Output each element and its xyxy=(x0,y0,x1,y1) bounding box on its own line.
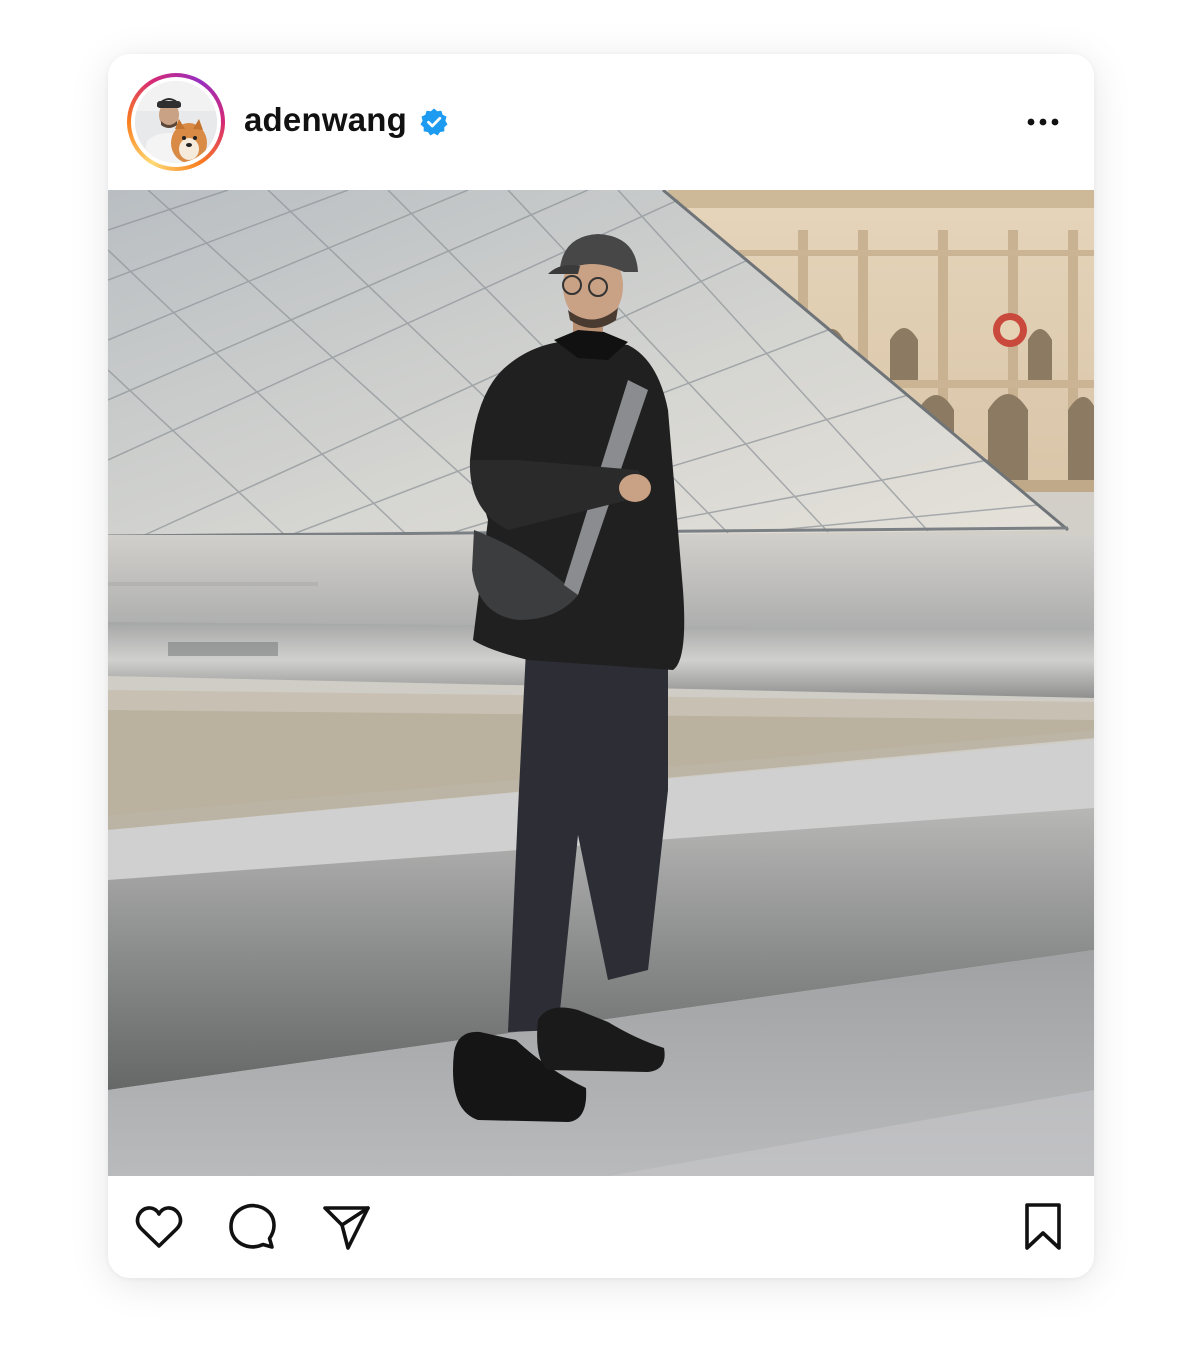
post-actions-bar xyxy=(108,1176,1094,1278)
avatar-image xyxy=(135,81,217,163)
more-options-icon[interactable] xyxy=(1014,104,1072,140)
post-header: adenwang xyxy=(108,54,1094,190)
post-image xyxy=(108,190,1094,1176)
bookmark-icon[interactable] xyxy=(1016,1200,1070,1254)
instagram-post-card: adenwang xyxy=(108,54,1094,1278)
verified-badge-icon xyxy=(420,108,448,136)
username[interactable]: adenwang xyxy=(244,101,407,139)
post-photo[interactable] xyxy=(108,190,1094,1176)
avatar xyxy=(135,81,217,163)
heart-icon[interactable] xyxy=(132,1200,186,1254)
story-ring[interactable] xyxy=(127,73,225,171)
comment-icon[interactable] xyxy=(225,1200,279,1254)
paper-plane-icon[interactable] xyxy=(319,1200,373,1254)
